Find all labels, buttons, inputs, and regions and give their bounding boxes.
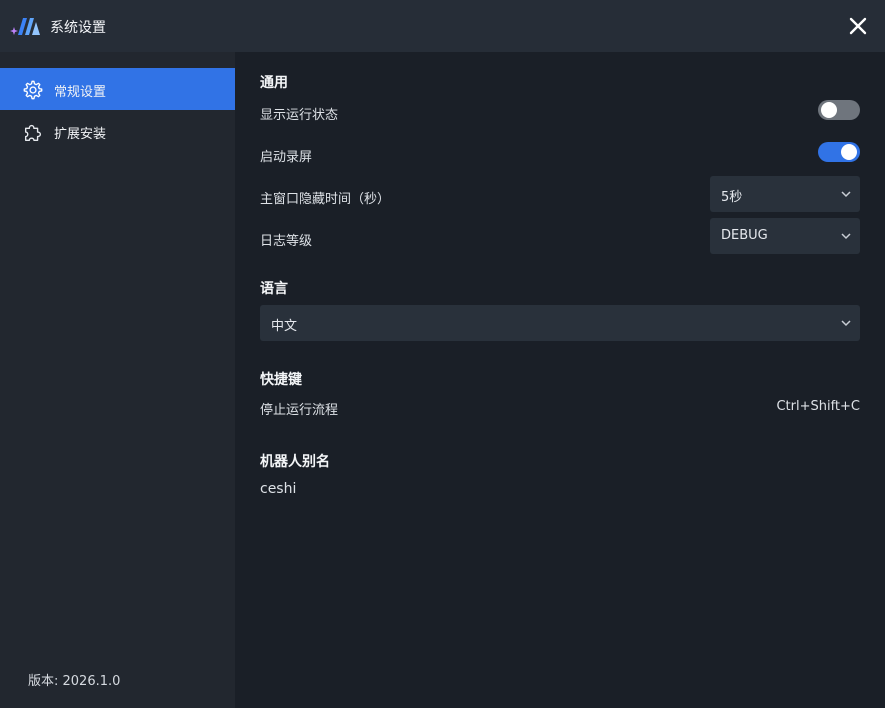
- sidebar-item-label: 常规设置: [54, 85, 107, 100]
- hide-time-label: 主窗口隐藏时间（秒）: [260, 192, 391, 207]
- screen-record-label: 启动录屏: [260, 150, 313, 165]
- hide-time-select[interactable]: 5秒: [710, 176, 860, 212]
- robot-alias-value[interactable]: ceshi: [260, 481, 296, 497]
- sidebar-item-label: 扩展安装: [54, 127, 107, 142]
- gear-icon: [23, 80, 43, 100]
- close-icon[interactable]: [847, 15, 869, 37]
- sidebar-item-extensions[interactable]: 扩展安装: [0, 110, 235, 152]
- language-select[interactable]: 中文: [260, 305, 860, 341]
- stop-flow-label: 停止运行流程: [260, 403, 339, 418]
- section-title-hotkeys: 快捷键: [260, 372, 302, 388]
- language-value: 中文: [271, 319, 298, 334]
- section-title-general: 通用: [260, 75, 288, 91]
- screen-record-toggle[interactable]: [818, 142, 860, 162]
- toggle-knob: [821, 102, 837, 118]
- chevron-down-icon: [841, 320, 851, 327]
- stop-flow-shortcut[interactable]: Ctrl+Shift+C: [776, 399, 860, 414]
- log-level-select[interactable]: DEBUG: [710, 218, 860, 254]
- settings-content: 通用 显示运行状态 启动录屏 主窗口隐藏时间（秒） 5秒 日志等级 DEBUG …: [235, 52, 885, 708]
- app-logo-icon: [10, 18, 40, 35]
- section-title-robot-alias: 机器人别名: [260, 454, 330, 470]
- title-bar: 系统设置: [0, 0, 885, 52]
- sidebar-item-general-settings[interactable]: 常规设置: [0, 68, 235, 110]
- toggle-knob: [841, 144, 857, 160]
- show-status-label: 显示运行状态: [260, 108, 339, 123]
- log-level-value: DEBUG: [721, 228, 768, 243]
- settings-window: 系统设置 常规设置 扩展安装 版本: 2026.1.0 通用 显示运行状态 启动: [0, 0, 885, 708]
- window-title: 系统设置: [50, 20, 106, 36]
- sidebar: 常规设置 扩展安装 版本: 2026.1.0: [0, 52, 235, 708]
- log-level-label: 日志等级: [260, 234, 313, 249]
- show-status-toggle[interactable]: [818, 100, 860, 120]
- version-label: 版本: 2026.1.0: [28, 674, 121, 689]
- chevron-down-icon: [841, 233, 851, 240]
- puzzle-icon: [24, 124, 42, 141]
- chevron-down-icon: [841, 191, 851, 198]
- section-title-language: 语言: [260, 281, 288, 297]
- hide-time-value: 5秒: [721, 190, 743, 205]
